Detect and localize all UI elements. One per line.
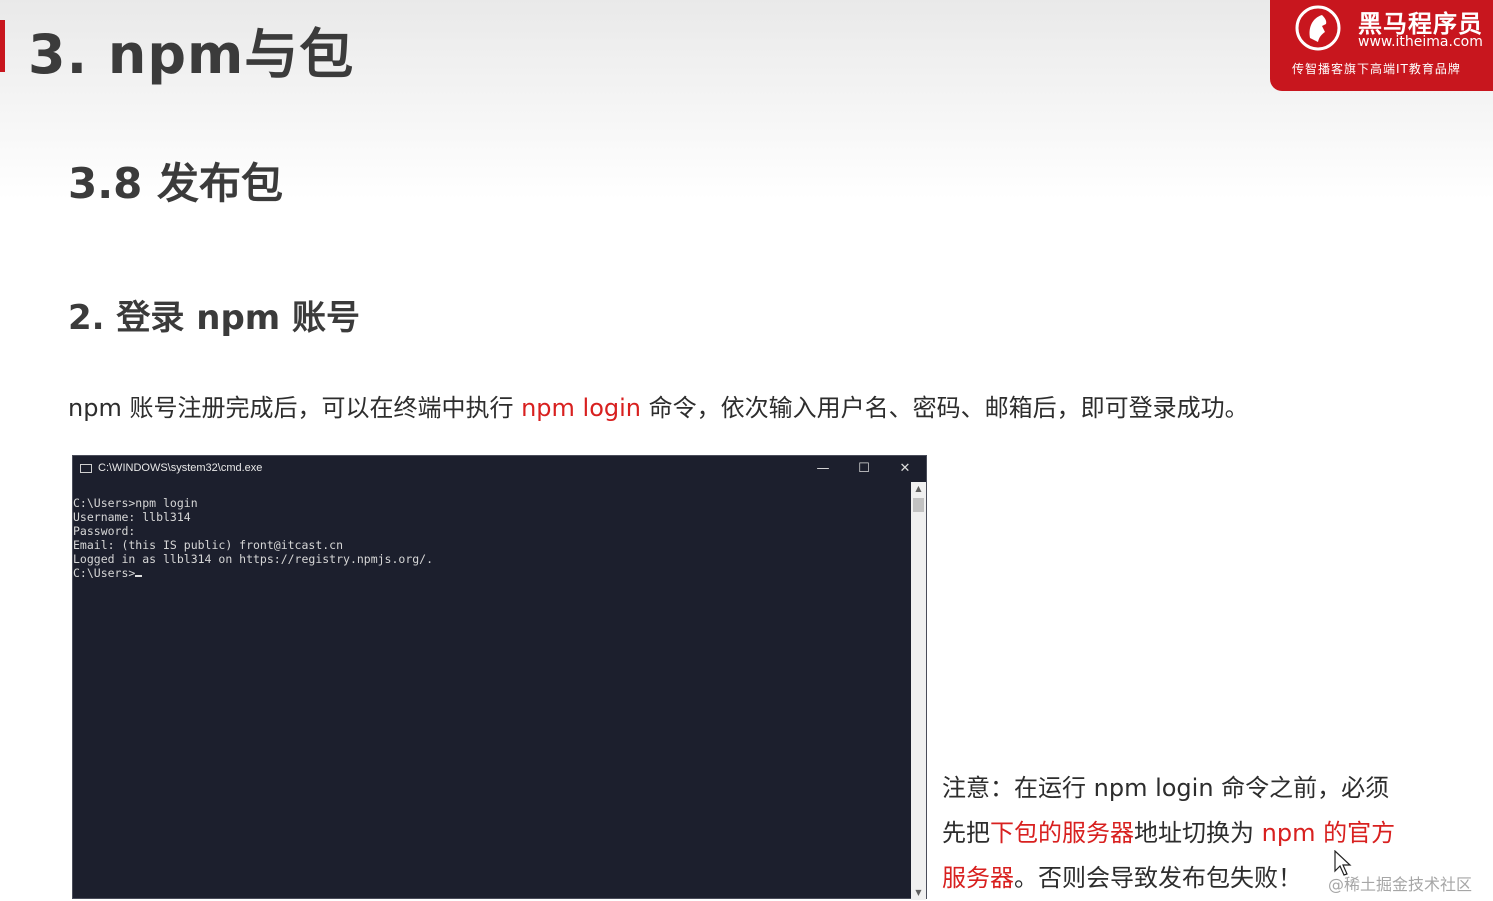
cmd-line: Email: (this IS public) front@itcast.cn xyxy=(73,538,344,552)
brand-tagline: 传智播客旗下高端IT教育品牌 xyxy=(1292,62,1461,76)
cmd-line: Username: llbl314 xyxy=(73,510,191,524)
cmd-window-title: C:\WINDOWS\system32\cmd.exe xyxy=(98,462,263,474)
note-highlight: 服务器 xyxy=(942,864,1014,892)
title-marker xyxy=(0,20,5,72)
section-title: 3.8 发布包 xyxy=(68,159,284,208)
watermark: @稀土掘金技术社区 xyxy=(1328,875,1473,894)
scroll-thumb[interactable] xyxy=(913,498,924,512)
brand-url: www.itheima.com xyxy=(1358,34,1483,50)
close-button[interactable]: ✕ xyxy=(885,458,925,480)
scroll-down-icon[interactable]: ▼ xyxy=(911,886,926,900)
text-cursor xyxy=(135,575,143,577)
cmd-prompt-line: C:\Users> xyxy=(73,566,911,580)
cmd-app-icon xyxy=(80,464,92,473)
note-text: 先把 xyxy=(942,819,990,847)
note-text: 地址切换为 xyxy=(1134,819,1262,847)
maximize-button[interactable]: ☐ xyxy=(844,458,884,480)
intro-text: npm 账号注册完成后，可以在终端中执行 npm login 命令，依次输入用户… xyxy=(68,388,1249,423)
note-highlight: npm 的官方 xyxy=(1261,819,1396,847)
cmd-line: Password: xyxy=(73,524,136,538)
step-title: 2. 登录 npm 账号 xyxy=(68,298,361,338)
minimize-button[interactable]: — xyxy=(803,458,843,480)
horse-head-icon xyxy=(1295,5,1341,51)
intro-text-start: npm 账号注册完成后，可以在终端中执行 xyxy=(68,394,522,422)
note-highlight: 下包的服务器 xyxy=(990,819,1134,847)
cmd-prompt: C:\Users> xyxy=(73,566,136,580)
cmd-line: Logged in as llbl314 on https://registry… xyxy=(73,552,434,566)
brand-logo: 黑马程序员 www.itheima.com 传智播客旗下高端IT教育品牌 xyxy=(1270,0,1493,91)
cmd-line: C:\Users>npm login xyxy=(73,496,198,510)
vertical-scrollbar[interactable]: ▲ ▼ xyxy=(911,482,926,900)
note-line-1: 注意：在运行 npm login 命令之前，必须 xyxy=(942,774,1390,802)
scroll-up-icon[interactable]: ▲ xyxy=(911,482,926,496)
note-text: 。否则会导致发布包失败！ xyxy=(1014,864,1302,892)
npm-login-command: npm login xyxy=(521,394,642,422)
intro-text-end: 命令，依次输入用户名、密码、邮箱后，即可登录成功。 xyxy=(641,394,1249,422)
slide-title: 3. npm与包 xyxy=(28,23,355,86)
cmd-window[interactable]: C:\WINDOWS\system32\cmd.exe — ☐ ✕ C:\Use… xyxy=(72,455,927,900)
cmd-titlebar[interactable]: C:\WINDOWS\system32\cmd.exe — ☐ ✕ xyxy=(73,456,926,482)
cmd-output[interactable]: C:\Users>npm login Username: llbl314 Passw… xyxy=(73,496,911,580)
